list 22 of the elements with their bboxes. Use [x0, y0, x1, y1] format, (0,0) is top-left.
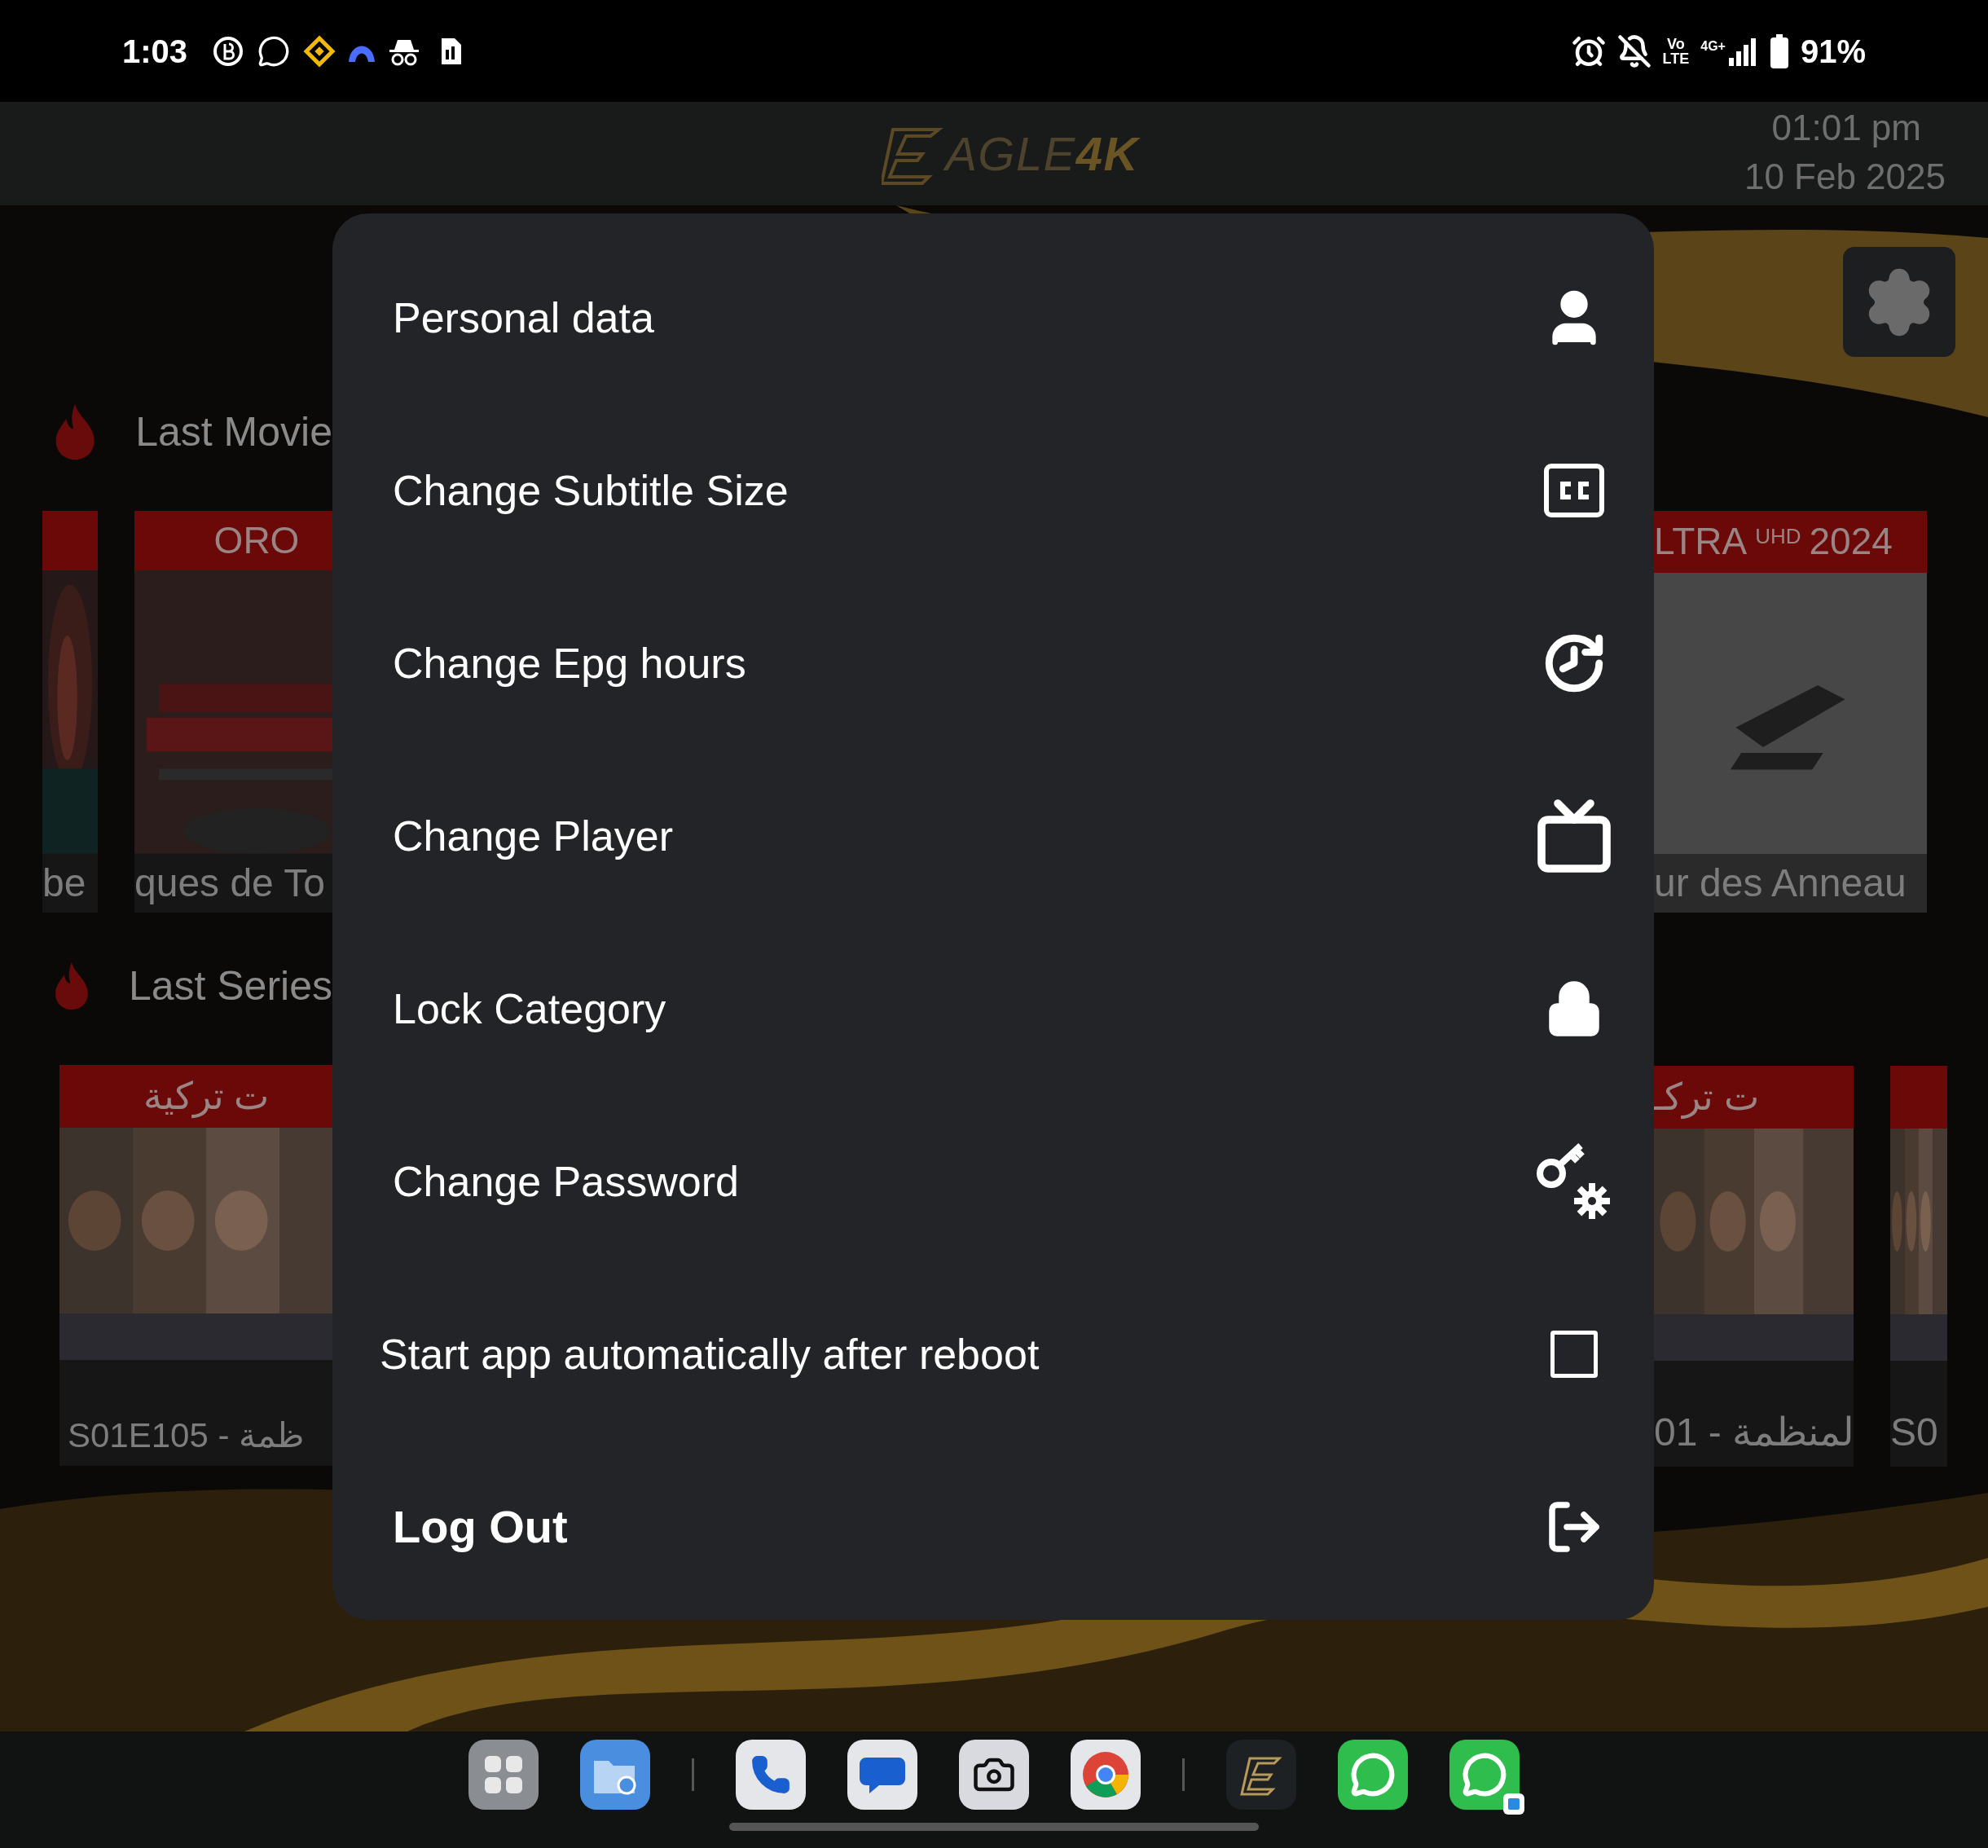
chat-icon	[257, 34, 291, 68]
eagle-app-icon[interactable]	[1226, 1740, 1296, 1810]
dual-app-badge	[1503, 1793, 1524, 1815]
folder-clock-icon[interactable]	[580, 1740, 650, 1810]
whatsapp-icon[interactable]	[1449, 1740, 1520, 1810]
message-icon[interactable]	[847, 1740, 917, 1810]
clock-time: 01:01 pm	[1771, 107, 1922, 149]
browser-icon[interactable]	[1071, 1740, 1141, 1810]
phone-icon[interactable]	[736, 1740, 806, 1810]
signal-icon	[1728, 36, 1758, 66]
diamond-icon	[303, 34, 336, 68]
volte-indicator: Vo LTE	[1662, 36, 1690, 66]
status-time: 1:03	[122, 32, 188, 71]
mute-icon	[1616, 33, 1652, 68]
camera-icon[interactable]	[959, 1740, 1029, 1810]
battery-level: 91%	[1800, 32, 1866, 71]
network-type: 4G+	[1700, 37, 1726, 55]
clock-date: 10 Feb 2025	[1744, 156, 1946, 198]
battery-icon	[1769, 33, 1789, 68]
app-grid-icon[interactable]	[468, 1740, 539, 1810]
notification-icon	[212, 34, 245, 68]
whatsapp-icon[interactable]	[1338, 1740, 1408, 1810]
